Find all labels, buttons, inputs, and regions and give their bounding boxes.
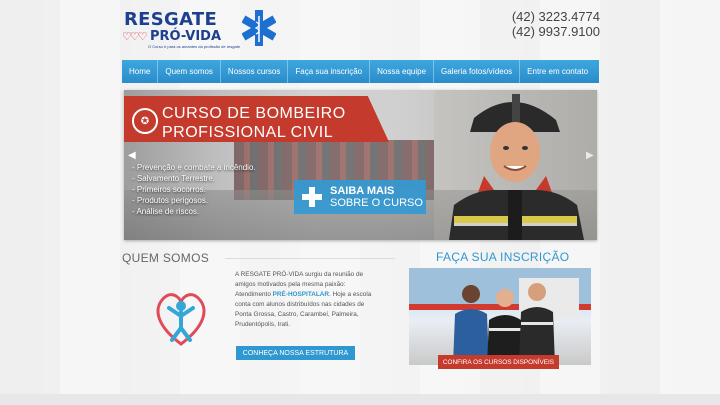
quem-somos-highlight: PRÉ-HOSPITALAR: [272, 291, 330, 298]
heart-person-icon: [156, 293, 206, 346]
page: RESGATE ♡♡♡ PRÓ-VIDA O Curso é para os a…: [0, 0, 720, 405]
hero-banner[interactable]: ✪ CURSO DE BOMBEIRO PROFISSIONAL CIVIL ◀…: [124, 90, 597, 240]
hearts-icon: ♡♡♡: [122, 31, 148, 43]
nav-item-quem-somos[interactable]: Quem somos: [158, 60, 221, 83]
conheca-estrutura-button[interactable]: CONHEÇA NOSSA ESTRUTURA: [236, 346, 355, 360]
phone-2[interactable]: (42) 9937.9100: [512, 24, 600, 39]
course-topics-list: - Prevenção e combate a incêndio. - Salv…: [132, 162, 256, 217]
medical-cross-icon: [302, 187, 322, 207]
quem-somos-text: A RESGATE PRÓ-VIDA surgiu da reunião de …: [235, 270, 380, 330]
inscricao-heading: FAÇA SUA INSCRIÇÃO: [436, 250, 570, 264]
saiba-mais-line1: SAIBA MAIS: [330, 185, 395, 197]
quem-somos-heading: QUEM SOMOS: [122, 251, 210, 265]
logo[interactable]: RESGATE ♡♡♡ PRÓ-VIDA O Curso é para os a…: [122, 8, 282, 49]
nav-item-home[interactable]: Home: [122, 60, 159, 83]
banner-title-line2: PROFISSIONAL CIVIL: [162, 124, 334, 141]
divider: [225, 258, 395, 259]
main-navigation: Home Quem somos Nossos cursos Faça sua i…: [122, 60, 599, 83]
course-topic: - Produtos perigosos.: [132, 196, 209, 205]
firefighter-image: [434, 90, 597, 240]
medal-icon: ✪: [132, 108, 158, 134]
nav-item-contato[interactable]: Entre em contato: [520, 60, 595, 83]
phone-1[interactable]: (42) 3223.4774: [512, 9, 600, 24]
course-topic: - Análise de riscos.: [132, 207, 200, 216]
nav-item-nossa-equipe[interactable]: Nossa equipe: [370, 60, 435, 83]
star-of-life-icon: [242, 10, 276, 46]
banner-title-ribbon: ✪ CURSO DE BOMBEIRO PROFISSIONAL CIVIL: [124, 96, 389, 142]
logo-subtitle: PRÓ-VIDA: [150, 29, 222, 44]
nav-item-nossos-cursos[interactable]: Nossos cursos: [221, 60, 289, 83]
logo-title: RESGATE: [124, 9, 218, 30]
phone-numbers: (42) 3223.4774 (42) 9937.9100: [512, 9, 600, 39]
saiba-mais-line2: SOBRE O CURSO: [330, 197, 423, 209]
banner-title-line1: CURSO DE BOMBEIRO: [162, 105, 346, 122]
paramedics-illustration: [409, 268, 591, 365]
paramedics-photo: [409, 268, 591, 365]
course-topic: - Prevenção e combate a incêndio.: [132, 163, 256, 172]
nav-item-inscricao[interactable]: Faça sua inscrição: [288, 60, 371, 83]
footer-strip: [0, 394, 720, 405]
nav-item-galeria[interactable]: Galeria fotos/vídeos: [434, 60, 521, 83]
course-topic: - Primeiros socorros.: [132, 185, 206, 194]
logo-tagline: O Curso é para os amantes da profissão d…: [148, 44, 241, 49]
confira-cursos-button[interactable]: CONFIRA OS CURSOS DISPONÍVEIS: [438, 355, 559, 369]
slider-prev-arrow[interactable]: ◀: [128, 150, 136, 161]
course-topic: - Salvamento Terrestre.: [132, 174, 215, 183]
saiba-mais-button[interactable]: SAIBA MAIS SOBRE O CURSO: [294, 180, 426, 214]
